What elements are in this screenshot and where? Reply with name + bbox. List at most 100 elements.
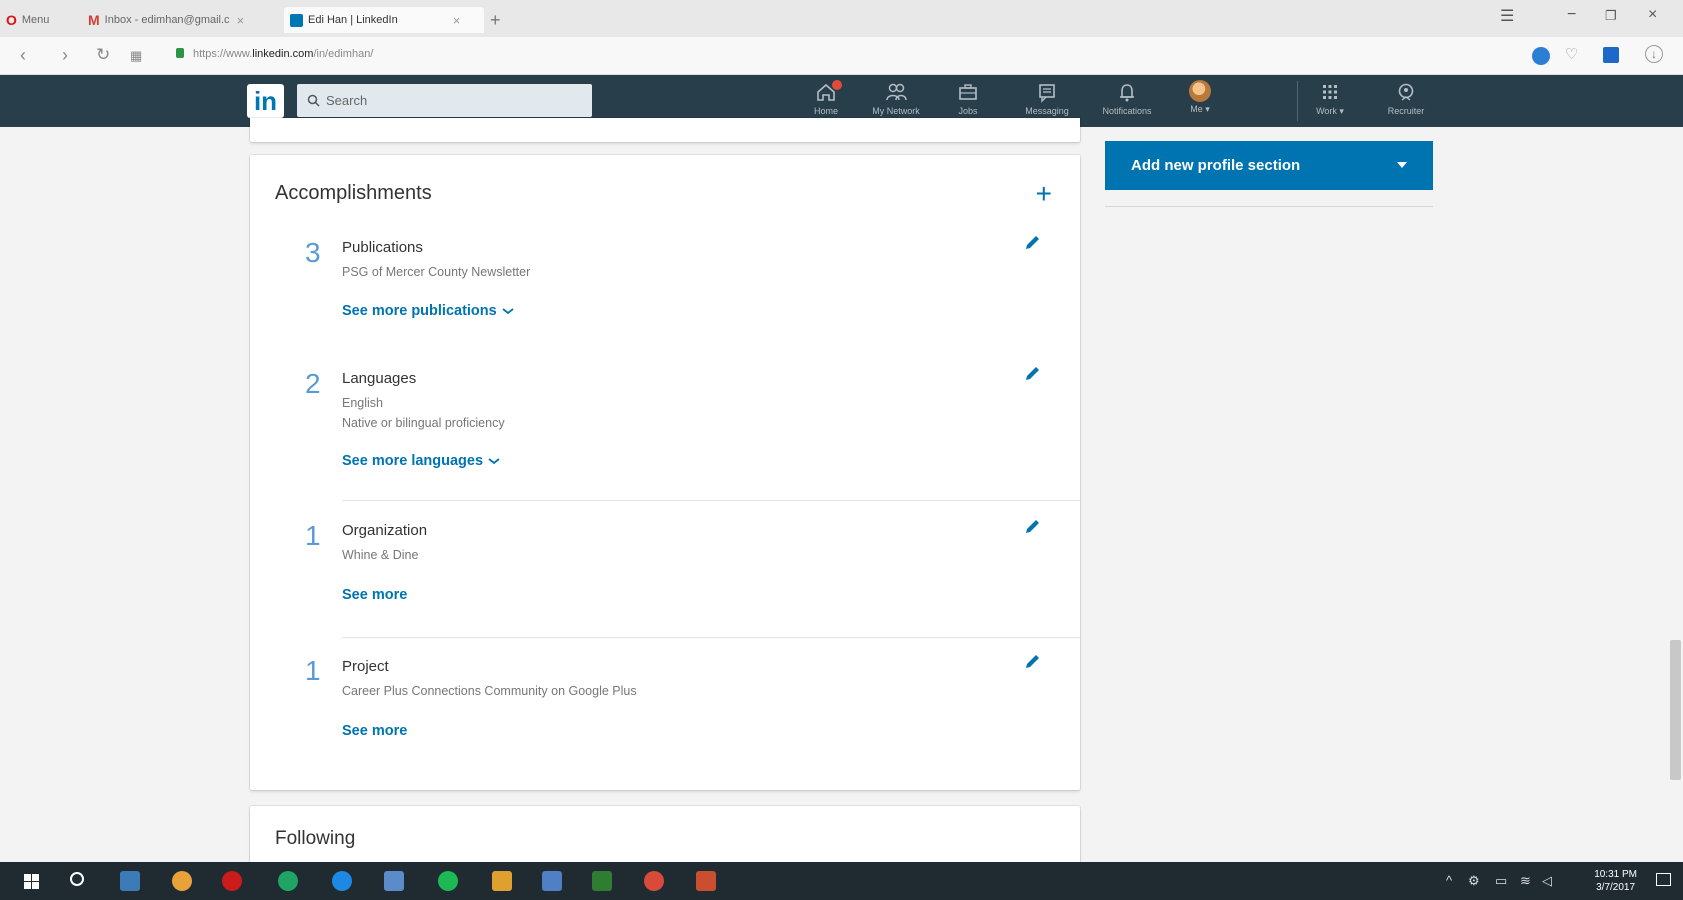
bell-icon: [1120, 84, 1134, 102]
nav-label: My Network: [872, 106, 920, 116]
vpn-icon[interactable]: [1532, 47, 1550, 65]
edge-icon[interactable]: [332, 871, 352, 891]
edit-pencil-icon[interactable]: [1022, 233, 1042, 253]
accomplishment-count: 3: [305, 237, 321, 268]
nav-my-network[interactable]: My Network: [864, 79, 928, 123]
nav-recruiter[interactable]: Recruiter: [1378, 79, 1434, 123]
nav-work[interactable]: Work ▾: [1308, 79, 1352, 123]
see-more-languages-link[interactable]: See more languages: [342, 453, 500, 469]
cortana-icon[interactable]: [70, 872, 84, 886]
accomplishment-title: Languages: [342, 370, 417, 387]
opera-menu-button[interactable]: O Menu: [6, 7, 49, 33]
tray-expand-icon[interactable]: ^: [1446, 873, 1452, 888]
grid-icon: [1323, 85, 1337, 99]
search-icon: [307, 94, 320, 107]
forward-icon[interactable]: ›: [62, 45, 68, 66]
excel-icon[interactable]: [592, 871, 612, 891]
nav-messaging[interactable]: Messaging: [1017, 79, 1077, 123]
link-label: See more publications: [342, 303, 497, 319]
chrome-icon[interactable]: [172, 871, 192, 891]
see-more-project-link[interactable]: See more: [342, 723, 407, 739]
app-icon[interactable]: [492, 871, 512, 891]
tray-app-icon[interactable]: ⚙: [1468, 873, 1480, 889]
network-icon: [886, 83, 907, 101]
search-box[interactable]: [297, 84, 592, 117]
accomplishment-count: 2: [305, 368, 321, 399]
close-window-icon[interactable]: ×: [1648, 6, 1657, 24]
file-explorer-icon[interactable]: [120, 871, 140, 891]
tab-menu-icon[interactable]: ☰: [1500, 6, 1514, 26]
tab-label: Inbox - edimhan@gmail.c: [104, 14, 230, 26]
gmail-icon: M: [88, 12, 100, 28]
add-profile-section-button[interactable]: Add new profile section: [1105, 141, 1433, 190]
url-prefix: https://www.: [193, 48, 253, 60]
restore-icon[interactable]: ❐: [1605, 8, 1617, 24]
accomplishment-detail: Career Plus Connections Community on Goo…: [342, 684, 637, 698]
nav-label: Jobs: [958, 106, 978, 116]
previous-section-card: [250, 118, 1080, 142]
app-icon[interactable]: [384, 871, 404, 891]
app-icon[interactable]: [644, 871, 664, 891]
search-input[interactable]: [326, 93, 566, 108]
link-label: See more: [342, 587, 408, 603]
url-field[interactable]: https://www.linkedin.com/in/edimhan/: [193, 48, 373, 60]
section-divider: [342, 637, 1080, 638]
see-more-publications-link[interactable]: See more publications: [342, 303, 514, 319]
back-icon[interactable]: ‹: [20, 45, 26, 66]
volume-icon[interactable]: ◁: [1542, 873, 1552, 889]
linkedin-favicon-icon: [290, 13, 303, 27]
clock-date: 3/7/2017: [1596, 882, 1636, 893]
edit-pencil-icon[interactable]: [1022, 652, 1042, 672]
accomplishment-detail: Whine & Dine: [342, 548, 419, 562]
chevron-down-icon: [488, 458, 500, 465]
app-icon[interactable]: [278, 871, 298, 891]
url-path: /in/edimhan/: [313, 48, 374, 60]
extension-icon[interactable]: [1603, 47, 1619, 63]
nav-label: Messaging: [1025, 106, 1069, 116]
accomplishment-detail: Native or bilingual proficiency: [342, 416, 505, 430]
lock-icon: [176, 48, 184, 58]
windows-start-icon[interactable]: [24, 874, 39, 889]
close-tab-icon[interactable]: ×: [453, 13, 461, 28]
caret-down-icon: [1397, 162, 1407, 168]
see-more-organization-link[interactable]: See more: [342, 587, 407, 603]
chevron-down-icon: [502, 308, 514, 315]
notification-badge: [831, 79, 843, 91]
accomplishments-title: Accomplishments: [275, 182, 432, 204]
speed-dial-icon[interactable]: ▦: [130, 48, 142, 64]
taskbar-clock[interactable]: 10:31 PM 3/7/2017: [1594, 868, 1637, 894]
nav-notifications[interactable]: Notifications: [1090, 79, 1164, 123]
edit-pencil-icon[interactable]: [1022, 517, 1042, 537]
tab-label: Edi Han | LinkedIn: [308, 14, 398, 26]
heart-icon[interactable]: ♡: [1565, 45, 1578, 63]
action-center-icon[interactable]: [1656, 873, 1671, 886]
nav-jobs[interactable]: Jobs: [950, 79, 986, 123]
nav-label: Work ▾: [1316, 106, 1344, 116]
tab-linkedin[interactable]: Edi Han | LinkedIn ×: [284, 7, 484, 33]
section-divider: [342, 500, 1080, 501]
minimize-icon[interactable]: −: [1567, 6, 1576, 24]
powerpoint-icon[interactable]: [696, 871, 716, 891]
accomplishment-title: Organization: [342, 522, 428, 539]
spotify-icon[interactable]: [438, 871, 458, 891]
windows-taskbar: ^ ⚙ ▭ ≋ ◁ 10:31 PM 3/7/2017: [0, 862, 1683, 900]
following-title: Following: [275, 828, 356, 849]
nav-home[interactable]: Home: [806, 79, 846, 123]
battery-icon[interactable]: ▭: [1495, 873, 1507, 889]
scrollbar-thumb[interactable]: [1670, 640, 1681, 780]
accomplishment-title: Project: [342, 658, 389, 675]
calendar-icon[interactable]: [542, 871, 562, 891]
wifi-icon[interactable]: ≋: [1520, 873, 1531, 889]
linkedin-logo[interactable]: in: [247, 84, 284, 118]
nav-me[interactable]: Me ▾: [1180, 79, 1220, 123]
opera-icon[interactable]: [222, 871, 242, 891]
download-icon[interactable]: ↓: [1645, 45, 1663, 63]
reload-icon[interactable]: ↻: [96, 45, 110, 65]
add-accomplishment-icon[interactable]: +: [1036, 180, 1052, 208]
avatar: [1189, 80, 1211, 102]
accomplishment-title: Publications: [342, 239, 423, 256]
tab-gmail[interactable]: M Inbox - edimhan@gmail.c ×: [88, 7, 278, 33]
new-tab-icon[interactable]: +: [490, 7, 501, 33]
edit-pencil-icon[interactable]: [1022, 364, 1042, 384]
close-tab-icon[interactable]: ×: [237, 13, 245, 28]
